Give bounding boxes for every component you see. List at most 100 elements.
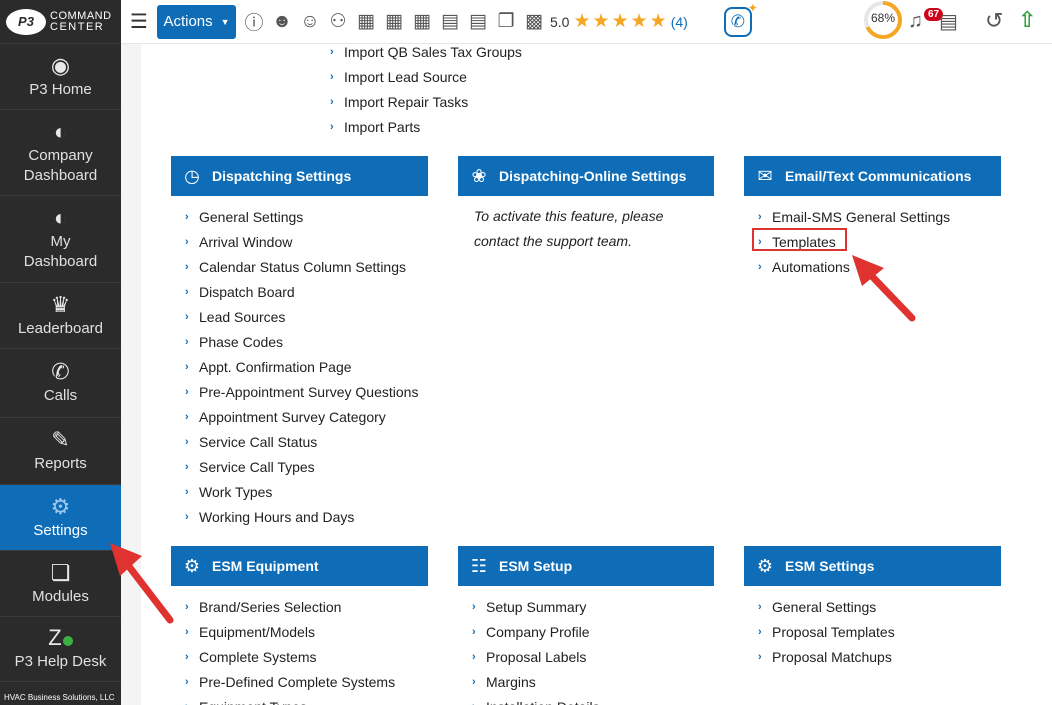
users-icon[interactable]: ⚇ bbox=[326, 10, 350, 34]
dispatching-settings-list: › General Settings › Arrival Window › Calenda… bbox=[171, 196, 428, 529]
nav-p3-home[interactable]: ◉ P3 Home bbox=[0, 44, 121, 110]
settings-link[interactable]: › Brand/Series Selection bbox=[185, 594, 428, 619]
settings-link[interactable]: › General Settings bbox=[758, 594, 1001, 619]
settings-link-label: Import Lead Source bbox=[344, 68, 467, 85]
hamburger-menu-icon[interactable]: ☰ bbox=[121, 9, 157, 34]
search-user-icon[interactable]: ☺ bbox=[298, 10, 322, 34]
settings-link-label: Setup Summary bbox=[486, 598, 587, 615]
activation-info-text: To activate this feature, please contact… bbox=[474, 208, 664, 249]
upload-icon[interactable]: ⇧ bbox=[1018, 7, 1036, 33]
settings-link[interactable]: › General Settings bbox=[185, 204, 428, 229]
nav-leaderboard[interactable]: ♛ Leaderboard bbox=[0, 283, 121, 349]
settings-link[interactable]: › Phase Codes bbox=[185, 329, 428, 354]
settings-link[interactable]: › Appointment Survey Category bbox=[185, 404, 428, 429]
settings-link-label: Appt. Confirmation Page bbox=[199, 358, 352, 375]
chevron-right-icon: › bbox=[330, 95, 334, 108]
bar-chart-icon[interactable]: ▩ bbox=[522, 10, 546, 34]
nav-company-dashboard[interactable]: ◐ Company Dashboard bbox=[0, 110, 121, 196]
settings-link[interactable]: ›Installation Details bbox=[472, 694, 714, 705]
nav-label: Settings bbox=[33, 521, 88, 539]
quote-search-icon[interactable]: ▤ bbox=[466, 10, 490, 34]
invoice-add-icon[interactable]: ▤ bbox=[438, 10, 462, 34]
chevron-right-icon: › bbox=[472, 625, 476, 638]
topbar: ☰ Actions ▼ ⓘ ☻ ☺ ⚇ ▦ ▦ ▦ ▤ ▤ ❐ ▩ 5.0 ★ … bbox=[121, 0, 1052, 44]
settings-link[interactable]: › Company Profile bbox=[472, 619, 714, 644]
megaphone-icon[interactable]: ♫ bbox=[908, 10, 923, 33]
settings-link[interactable]: › Pre-Appointment Survey Questions bbox=[185, 379, 428, 404]
nav-help-desk[interactable]: Z P3 Help Desk bbox=[0, 617, 121, 682]
add-calendar-icon[interactable]: ▦ bbox=[354, 10, 378, 34]
dispatching-settings-card: ◷ Dispatching Settings › General Settings… bbox=[171, 156, 428, 529]
sparkle-icon: ✦ bbox=[747, 0, 758, 15]
progress-label: 68% bbox=[870, 11, 896, 25]
help-icon[interactable]: ⓘ bbox=[242, 10, 266, 34]
sidebar-footer: HVAC Business Solutions, LLC bbox=[4, 693, 115, 702]
calendar-clock-icon[interactable]: ▦ bbox=[410, 10, 434, 34]
settings-link[interactable]: › Service Call Types bbox=[185, 454, 428, 479]
gauge-icon: ◐ bbox=[53, 205, 68, 230]
chevron-right-icon: › bbox=[185, 210, 189, 223]
settings-link[interactable]: › Arrival Window bbox=[185, 229, 428, 254]
nav-settings[interactable]: ⚙ Settings bbox=[0, 485, 121, 551]
star-icon: ★ bbox=[630, 10, 648, 32]
settings-link[interactable]: › Service Call Status bbox=[185, 429, 428, 454]
settings-link-label: Automations bbox=[772, 258, 850, 275]
copy-documents-icon[interactable]: ❐ bbox=[494, 10, 518, 34]
settings-link[interactable]: › Complete Systems bbox=[185, 644, 428, 669]
settings-link[interactable]: › Proposal Labels bbox=[472, 644, 714, 669]
nav-my-dashboard[interactable]: ◐ My Dashboard bbox=[0, 196, 121, 283]
nav-modules[interactable]: ❏ Modules bbox=[0, 551, 121, 617]
settings-link[interactable]: › Import QB Sales Tax Groups bbox=[330, 39, 522, 64]
settings-link[interactable]: › Equipment/Models bbox=[185, 619, 428, 644]
chevron-right-icon: › bbox=[472, 701, 486, 705]
nav-calls[interactable]: ✆ Calls bbox=[0, 349, 121, 418]
p3-logo-mark: P3 bbox=[6, 8, 46, 35]
chevron-right-icon: › bbox=[758, 210, 762, 223]
settings-link-label: Equipment/Models bbox=[199, 623, 315, 640]
email-gear-icon: ✉ bbox=[757, 165, 773, 186]
settings-link[interactable]: › Import Repair Tasks bbox=[330, 89, 522, 114]
settings-link[interactable]: ›Equipment Types bbox=[185, 694, 428, 705]
nav-label: My Dashboard bbox=[23, 233, 98, 270]
actions-dropdown-button[interactable]: Actions ▼ bbox=[157, 4, 236, 39]
settings-link-label: General Settings bbox=[199, 208, 304, 225]
ai-phone-icon[interactable]: ✆ ✦ bbox=[723, 1, 758, 37]
settings-link-label: Service Call Types bbox=[199, 458, 315, 475]
settings-link-label: Email-SMS General Settings bbox=[772, 208, 951, 225]
chevron-right-icon: › bbox=[185, 600, 189, 613]
settings-link-label: Import Repair Tasks bbox=[344, 93, 469, 110]
app-logo[interactable]: P3 COMMAND CENTER bbox=[0, 0, 121, 44]
settings-link[interactable]: › Setup Summary bbox=[472, 594, 714, 619]
settings-link[interactable]: › Automations bbox=[758, 254, 1001, 279]
zendesk-icon: Z bbox=[48, 626, 73, 650]
report-icon: ✎ bbox=[51, 427, 70, 452]
calendar-icon[interactable]: ▦ bbox=[382, 10, 406, 34]
settings-link[interactable]: › Lead Sources bbox=[185, 304, 428, 329]
chevron-right-icon: › bbox=[185, 701, 199, 705]
content-gutter bbox=[121, 44, 141, 705]
settings-link[interactable]: › Import Parts bbox=[330, 114, 522, 139]
rating[interactable]: 5.0 ★ ★ ★ ★ ★ (4) bbox=[550, 10, 688, 32]
settings-link[interactable]: › Proposal Matchups bbox=[758, 644, 1001, 669]
settings-link[interactable]: › Proposal Templates bbox=[758, 619, 1001, 644]
nav-label: P3 Help Desk bbox=[14, 653, 107, 670]
settings-link[interactable]: › Working Hours and Days bbox=[185, 504, 428, 529]
settings-link-label: Dispatch Board bbox=[199, 283, 295, 300]
history-icon[interactable]: ↺ bbox=[985, 8, 1003, 34]
chevron-right-icon: › bbox=[185, 360, 189, 373]
settings-link-label: Complete Systems bbox=[199, 648, 317, 665]
settings-link[interactable]: › Calendar Status Column Settings bbox=[185, 254, 428, 279]
esm-settings-list: › General Settings › Proposal Templates › Pro… bbox=[744, 586, 1001, 669]
clipboard-checklist-icon[interactable]: ▤ bbox=[939, 9, 958, 34]
add-user-icon[interactable]: ☻ bbox=[270, 10, 294, 34]
settings-link[interactable]: › Pre-Defined Complete Systems bbox=[185, 669, 428, 694]
nav-label: Company Dashboard bbox=[23, 146, 98, 184]
chevron-right-icon: › bbox=[185, 460, 189, 473]
settings-link[interactable]: › Work Types bbox=[185, 479, 428, 504]
settings-link[interactable]: › Margins bbox=[472, 669, 714, 694]
nav-reports[interactable]: ✎ Reports bbox=[0, 418, 121, 485]
settings-link[interactable]: › Email-SMS General Settings bbox=[758, 204, 1001, 229]
settings-link[interactable]: › Dispatch Board bbox=[185, 279, 428, 304]
settings-link[interactable]: › Import Lead Source bbox=[330, 64, 522, 89]
settings-link[interactable]: › Appt. Confirmation Page bbox=[185, 354, 428, 379]
